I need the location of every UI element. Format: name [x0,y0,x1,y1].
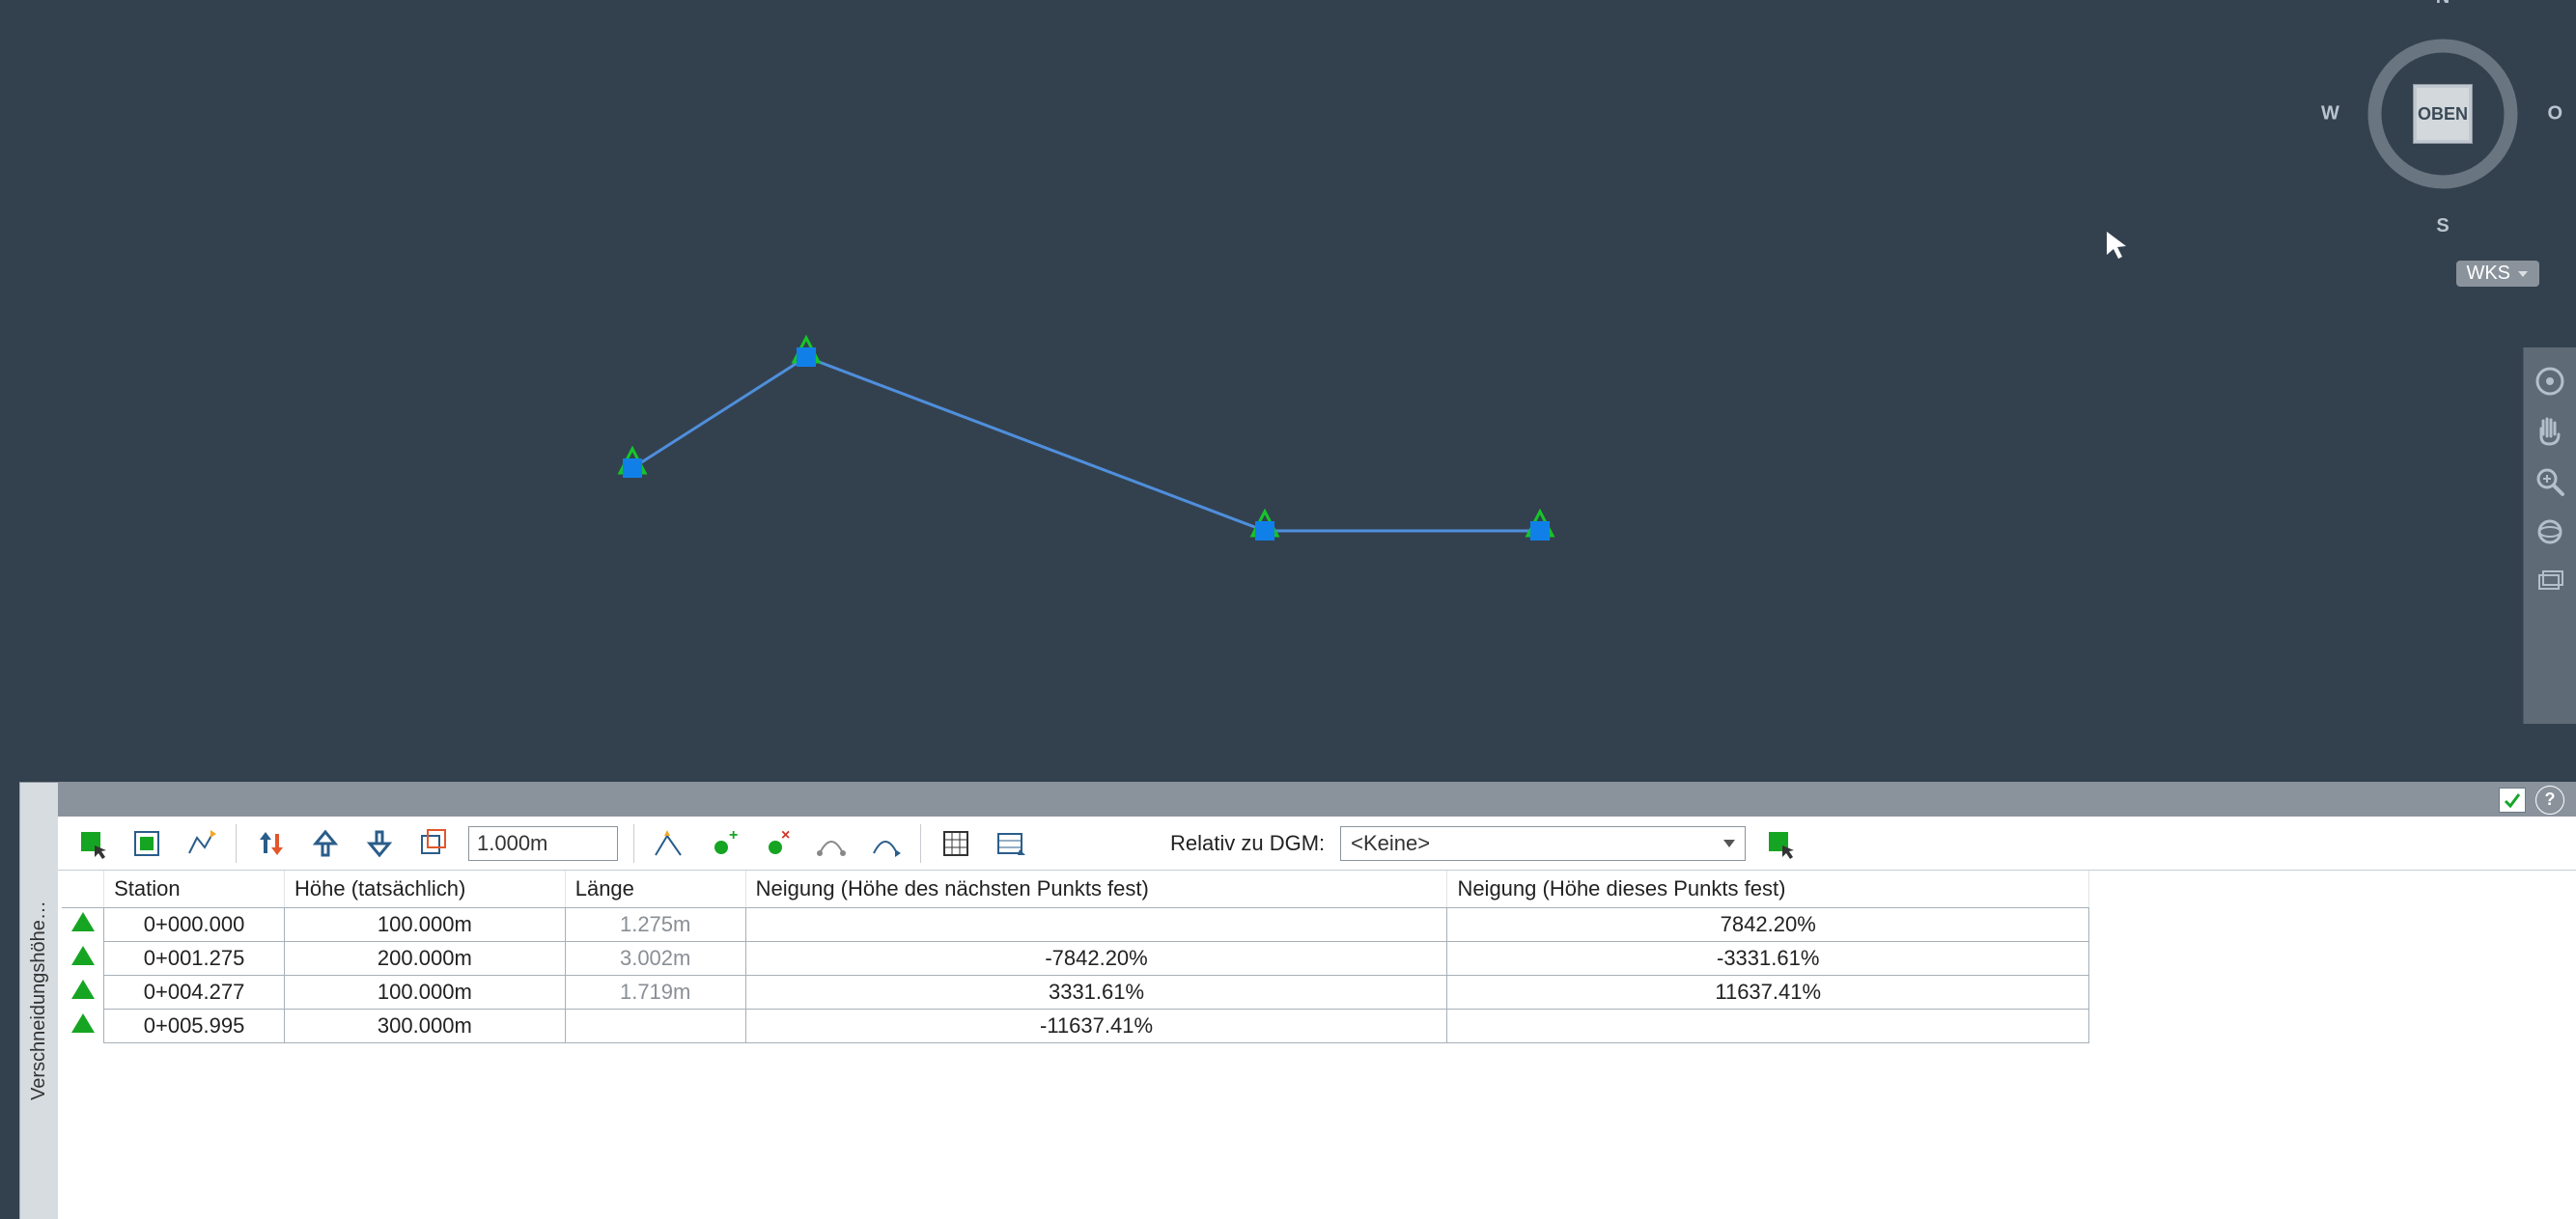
step-value-input[interactable] [468,826,618,861]
row-pvi-icon [62,1010,104,1043]
cell-neigung-next[interactable]: -7842.20% [745,942,1447,976]
table-row[interactable]: 0+004.277100.000m1.719m3331.61%11637.41% [62,976,2089,1010]
row-pvi-icon [62,908,104,942]
table-view-button[interactable] [991,824,1029,863]
cell-laenge: 1.719m [565,976,745,1010]
dgm-select[interactable]: <Keine> [1340,826,1746,861]
profile-editor-toolbar: + × Relativ zu DGM: <Keine> [58,817,2576,871]
select-pvi-button[interactable] [73,824,112,863]
table-row[interactable]: 0+005.995300.000m -11637.41% [62,1010,2089,1043]
grid-options-button[interactable] [937,824,975,863]
delete-pvi-button[interactable]: × [758,824,797,863]
cell-neigung-this[interactable]: 7842.20% [1447,908,2089,942]
cell-neigung-this[interactable]: -3331.61% [1447,942,2089,976]
profile-graph-button[interactable] [182,824,220,863]
apply-surface-button[interactable] [1761,824,1800,863]
table-row[interactable]: 0+001.275200.000m3.002m-7842.20%-3331.61… [62,942,2089,976]
col-header-station[interactable]: Station [104,871,285,908]
orbit-icon[interactable] [2534,515,2566,548]
cell-neigung-this[interactable] [1447,1010,2089,1043]
cell-hoehe[interactable]: 100.000m [285,976,566,1010]
cell-hoehe[interactable]: 100.000m [285,908,566,942]
steering-wheel-icon[interactable] [2534,365,2566,398]
col-header-neig-this[interactable]: Neigung (Höhe dieses Punkts fest) [1447,871,2089,908]
insert-pvi-button[interactable] [650,824,688,863]
cell-neigung-next[interactable] [745,908,1447,942]
polyline-preview [0,0,2576,782]
model-canvas[interactable]: OBEN N S W O WKS [0,0,2576,782]
cell-station[interactable]: 0+001.275 [104,942,285,976]
cell-hoehe[interactable]: 200.000m [285,942,566,976]
lower-button[interactable] [360,824,399,863]
cell-neigung-next[interactable]: -11637.41% [745,1010,1447,1043]
raise-lower-button[interactable] [252,824,291,863]
apply-check-button[interactable] [2499,788,2526,813]
cell-laenge [565,1010,745,1043]
row-pvi-icon [62,942,104,976]
viewcube-top-face[interactable]: OBEN [2413,84,2473,144]
panorama-titlebar: ? [58,783,2576,817]
help-button[interactable]: ? [2535,786,2564,815]
compass-north-label: N [2436,0,2450,9]
viewcube[interactable]: OBEN N S W O [2337,8,2549,220]
ucs-wcs-dropdown[interactable]: WKS [2456,261,2539,287]
zoom-to-button[interactable] [127,824,166,863]
svg-text:+: + [729,828,738,844]
cell-hoehe[interactable]: 300.000m [285,1010,566,1043]
panorama-panel: Verschneidungshöhe… ? [19,782,2576,1219]
insert-pvi-plus-button[interactable]: + [704,824,742,863]
navigation-bar [2523,347,2576,724]
raise-button[interactable] [306,824,345,863]
grid-header-row: Station Höhe (tatsächlich) Länge Neigung… [62,871,2089,908]
svg-text:×: × [781,828,790,844]
dgm-label: Relativ zu DGM: [1170,831,1325,856]
zoom-icon[interactable] [2534,465,2566,498]
compass-west-label: W [2321,103,2339,125]
cell-laenge: 1.275m [565,908,745,942]
col-header-hoehe[interactable]: Höhe (tatsächlich) [285,871,566,908]
pan-icon[interactable] [2534,415,2566,448]
col-header-neig-next[interactable]: Neigung (Höhe des nächsten Punkts fest) [745,871,1447,908]
showmotion-icon[interactable] [2534,566,2566,598]
mouse-cursor [2105,230,2128,259]
cell-laenge: 3.002m [565,942,745,976]
cell-station[interactable]: 0+005.995 [104,1010,285,1043]
copy-profile-button[interactable] [414,824,453,863]
cell-neigung-this[interactable]: 11637.41% [1447,976,2089,1010]
profile-curve-button[interactable] [866,824,905,863]
col-header-laenge[interactable]: Länge [565,871,745,908]
compass-south-label: S [2436,215,2449,237]
pvi-grid[interactable]: Station Höhe (tatsächlich) Länge Neigung… [58,871,2576,1219]
cell-station[interactable]: 0+000.000 [104,908,285,942]
table-row[interactable]: 0+000.000100.000m1.275m 7842.20% [62,908,2089,942]
dgm-select-value: <Keine> [1351,831,1430,856]
row-pvi-icon [62,976,104,1010]
cell-station[interactable]: 0+004.277 [104,976,285,1010]
panorama-vista-tab[interactable]: Verschneidungshöhe… [19,783,58,1219]
compass-east-label: O [2547,103,2562,125]
cell-neigung-next[interactable]: 3331.61% [745,976,1447,1010]
curve-settings-button[interactable] [812,824,851,863]
